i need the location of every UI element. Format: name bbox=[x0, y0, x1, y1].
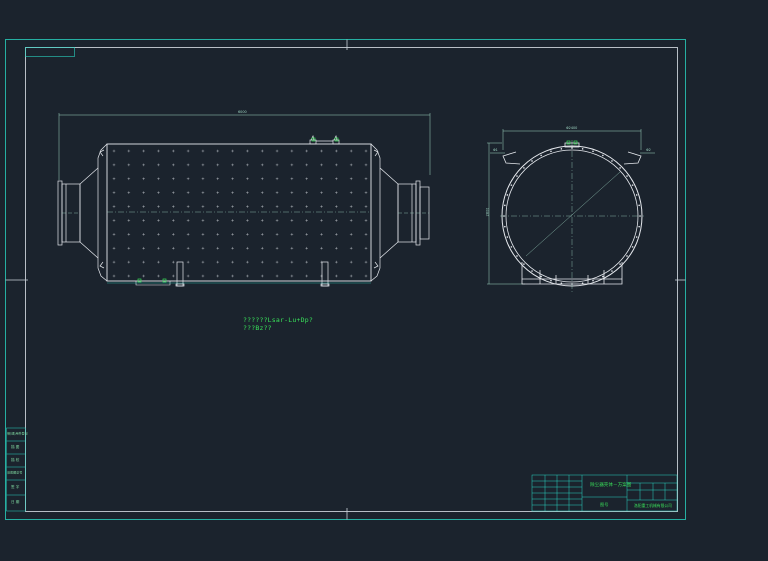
strip-label-4: 旧底图总号 bbox=[7, 471, 23, 475]
bolt-hole bbox=[531, 270, 533, 272]
dim-height: 2800 bbox=[485, 207, 490, 217]
drawing-number: 图号 bbox=[600, 502, 609, 507]
bolt-hole bbox=[560, 282, 563, 284]
technical-note-2: ???Bz?? bbox=[243, 324, 272, 332]
bolt-hole bbox=[523, 167, 525, 169]
bolt-hole bbox=[631, 246, 634, 248]
corner-tab bbox=[25, 47, 75, 57]
bolt-hole bbox=[626, 255, 628, 257]
bolt-hole bbox=[635, 194, 638, 196]
bolt-hole bbox=[602, 275, 604, 278]
bolt-hole bbox=[504, 204, 506, 207]
company-name: 洛阳重工机械有限公司 bbox=[634, 503, 672, 508]
bolt-hole bbox=[571, 147, 573, 149]
end-view bbox=[487, 129, 655, 292]
rivet-grid bbox=[112, 149, 368, 278]
bolt-hole bbox=[510, 184, 513, 186]
bolt-hole bbox=[602, 154, 604, 157]
strip-label-1: 借(通)用件登记 bbox=[7, 432, 28, 436]
cad-drawing-canvas[interactable] bbox=[0, 0, 768, 561]
bolt-hole bbox=[560, 148, 563, 150]
bolt-hole bbox=[639, 215, 641, 217]
dim-length: 6000 bbox=[238, 110, 247, 114]
bolt-hole bbox=[523, 263, 525, 265]
bolt-hole bbox=[619, 167, 621, 169]
strip-label-3: 描 校 bbox=[11, 458, 20, 462]
bolt-hole bbox=[619, 263, 621, 265]
bolt-hole bbox=[503, 215, 505, 217]
bolt-hole bbox=[592, 150, 594, 153]
bolt-hole bbox=[540, 154, 542, 157]
dim-width: Φ2400 bbox=[566, 126, 578, 130]
bolt-hole bbox=[506, 236, 509, 238]
drawing-title: 除尘器壳体－方案图 bbox=[590, 483, 632, 488]
centering-marks bbox=[5, 39, 686, 520]
bolt-hole bbox=[504, 225, 506, 228]
bolt-hole bbox=[581, 148, 584, 150]
dim-right-tag: Φ2 bbox=[646, 148, 651, 152]
bolt-hole bbox=[540, 275, 542, 278]
bolt-hole bbox=[550, 279, 552, 282]
strip-label-5: 签 字 bbox=[11, 485, 20, 489]
bolt-hole bbox=[510, 246, 513, 248]
bolt-hole bbox=[592, 279, 594, 282]
bolt-hole bbox=[635, 236, 638, 238]
side-view bbox=[57, 113, 431, 287]
bolt-hole bbox=[631, 184, 634, 186]
dim-left-tag: Φ1 bbox=[493, 148, 498, 152]
bolt-hole bbox=[626, 175, 628, 177]
technical-note-1: ??????Lsar-Lu+Dp? bbox=[243, 316, 313, 324]
sheet-inner-frame bbox=[25, 47, 678, 512]
bolt-hole bbox=[531, 160, 533, 162]
bolt-hole bbox=[506, 194, 509, 196]
bolt-hole bbox=[611, 270, 613, 272]
bolt-hole bbox=[516, 255, 518, 257]
bolt-hole bbox=[638, 204, 640, 207]
side-view-accents bbox=[107, 137, 371, 284]
bolt-hole bbox=[638, 225, 640, 228]
bolt-hole bbox=[611, 160, 613, 162]
bolt-hole bbox=[550, 150, 552, 153]
strip-label-6: 日 期 bbox=[11, 500, 20, 504]
sheet-outer-border bbox=[5, 39, 686, 520]
left-strip-table bbox=[6, 427, 26, 512]
bolt-hole bbox=[516, 175, 518, 177]
strip-label-2: 描 图 bbox=[11, 445, 20, 449]
bolt-hole bbox=[571, 283, 573, 285]
bolt-hole bbox=[581, 282, 584, 284]
